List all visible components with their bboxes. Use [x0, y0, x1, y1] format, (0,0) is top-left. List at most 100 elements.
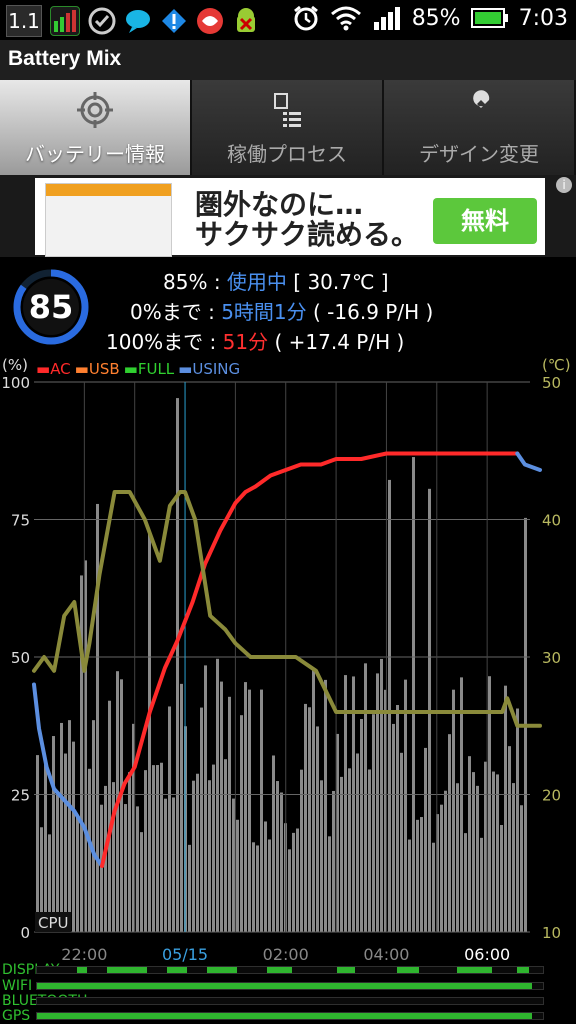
- clock: 7:03: [518, 5, 568, 31]
- to-full-label: 100%まで: [106, 330, 204, 354]
- cpu-bar: [512, 783, 515, 932]
- y-right-tick: 50: [542, 374, 561, 392]
- cpu-bar: [352, 676, 355, 932]
- checklist-icon: [88, 7, 116, 35]
- battery-temp: [ 30.7℃ ]: [293, 270, 389, 294]
- cpu-bar: [372, 714, 375, 932]
- tab-label: バッテリー情報: [25, 142, 165, 166]
- cpu-bar: [292, 832, 295, 932]
- cpu-bar: [88, 768, 91, 932]
- ad-headline: 圏外なのに… サクサク読める。: [195, 190, 419, 250]
- cpu-bar: [484, 761, 487, 932]
- ad-banner[interactable]: 圏外なのに… サクサク読める。 無料 i: [0, 175, 576, 257]
- cpu-bar: [420, 817, 423, 932]
- cpu-bar: [356, 753, 359, 932]
- cpu-bar: [240, 715, 243, 932]
- security-app-icon: [196, 7, 224, 35]
- cpu-bar: [260, 689, 263, 932]
- cpu-bar: [224, 759, 227, 932]
- cpu-bar: [508, 746, 511, 932]
- alarm-icon: [293, 5, 318, 31]
- cpu-bar: [252, 842, 255, 932]
- ad-headline-line1: 圏外なのに…: [195, 188, 364, 221]
- status-bar: 1.1 85% 7:03: [0, 0, 576, 40]
- to-full-time: 51分: [222, 330, 269, 354]
- cpu-bar: [204, 665, 207, 932]
- current-percent: 85%: [163, 270, 208, 294]
- cpu-bar: [280, 792, 283, 932]
- y-left-tick: 75: [11, 512, 30, 530]
- cpu-bar: [360, 719, 363, 932]
- cpu-bar: [412, 457, 415, 932]
- gauge-value: 85: [28, 288, 74, 326]
- cpu-bar: [308, 707, 311, 932]
- display-bar: [36, 966, 544, 974]
- cpu-bar: [340, 776, 343, 932]
- cpu-bar: [464, 833, 467, 932]
- tab-bar: バッテリー情報 稼働プロセス デザイン変更: [0, 80, 576, 175]
- cpu-bar: [504, 685, 507, 932]
- cpu-bar: [320, 780, 323, 932]
- cpu-bar: [288, 849, 291, 932]
- y-right-unit: (℃): [542, 356, 571, 374]
- cpu-bar: [188, 844, 191, 932]
- wrench-icon: [463, 90, 490, 126]
- y-left-tick: 25: [11, 787, 30, 805]
- cpu-bar: [392, 723, 395, 932]
- separator: :: [208, 300, 215, 324]
- y-left-tick: 100: [1, 374, 30, 392]
- cpu-bar: [520, 805, 523, 932]
- cpu-bar: [60, 722, 63, 932]
- cpu-bar: [400, 752, 403, 932]
- app-title: Battery Mix: [8, 47, 122, 70]
- series-line-温度: [32, 490, 542, 728]
- cpu-bar: [248, 689, 251, 932]
- cpu-bar: [276, 781, 279, 932]
- cpu-bar: [68, 720, 71, 932]
- cpu-bar: [140, 832, 143, 932]
- status-left-box: 1.1: [6, 5, 42, 37]
- ad-free-button[interactable]: 無料: [433, 198, 537, 244]
- cpu-bar: [316, 726, 319, 932]
- list-icon: [274, 93, 301, 127]
- tab-label: デザイン変更: [419, 142, 539, 166]
- cpu-bar: [100, 804, 103, 932]
- wifi-icon: [330, 6, 361, 31]
- cpu-label: CPU: [38, 914, 69, 932]
- cpu-bar: [268, 839, 271, 932]
- cpu-bar: [452, 689, 455, 932]
- cpu-bar: [168, 706, 171, 932]
- cpu-bar: [516, 708, 519, 932]
- y-right-tick: 20: [542, 787, 561, 805]
- tab-design[interactable]: デザイン変更: [384, 80, 576, 175]
- cpu-bar: [92, 720, 95, 932]
- cpu-bar: [472, 772, 475, 932]
- cpu-bar: [208, 780, 211, 932]
- ad-info-icon[interactable]: i: [556, 177, 572, 193]
- separator: :: [209, 330, 217, 354]
- tab-battery-info[interactable]: バッテリー情報: [0, 80, 192, 175]
- tab-processes[interactable]: 稼働プロセス: [192, 80, 384, 175]
- cpu-bar: [492, 771, 495, 932]
- cpu-bar: [136, 806, 139, 932]
- cpu-bar: [164, 798, 167, 932]
- cpu-bar: [468, 756, 471, 932]
- legend-using: ▬USING: [178, 360, 241, 378]
- sensor-bars: DISPLAY WIFI BLUETOOTH GPS: [0, 962, 576, 1024]
- bar-label-gps: GPS: [2, 1008, 31, 1024]
- cpu-bar: [388, 479, 391, 932]
- cpu-bar: [180, 683, 183, 932]
- battery-icon: [470, 8, 508, 28]
- y-right-tick: 40: [542, 512, 561, 530]
- ad-content[interactable]: 圏外なのに… サクサク読める。 無料: [35, 178, 545, 257]
- cpu-bar: [244, 682, 247, 932]
- y-right-tick: 10: [542, 924, 561, 942]
- to-empty-time: 5時間1分: [221, 300, 307, 324]
- cpu-bar: [364, 663, 367, 932]
- cpu-bar: [44, 764, 47, 932]
- legend-usb: ▬USB: [74, 360, 120, 378]
- battery-chart[interactable]: 100 5075 4050 3025 200 10(%) (℃)22:00 05/15 02:0…: [0, 352, 576, 972]
- legend-full: ▬FULL: [123, 360, 175, 378]
- cpu-bar: [80, 575, 83, 932]
- cpu-bar: [108, 700, 111, 932]
